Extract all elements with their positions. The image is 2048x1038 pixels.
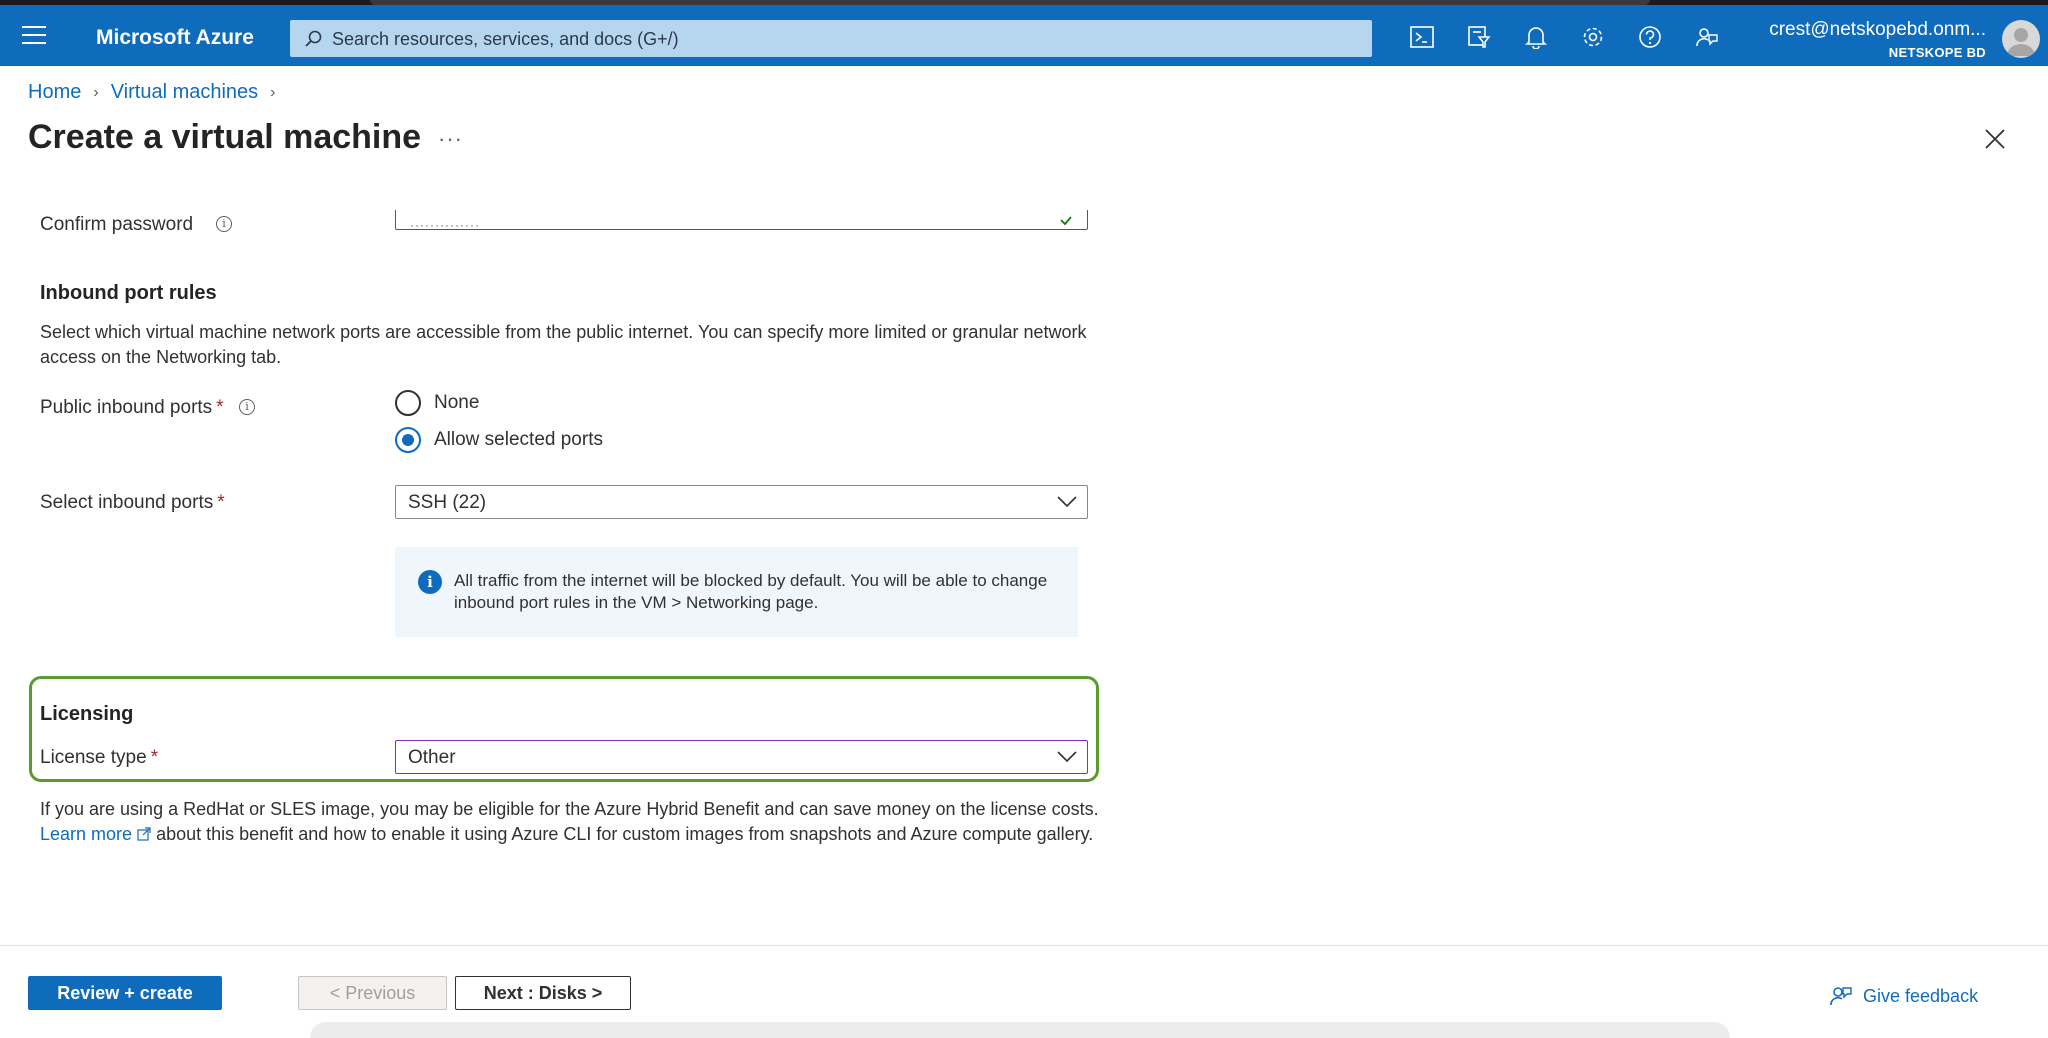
info-message-text: All traffic from the internet will be bl… — [454, 571, 1048, 612]
info-filled-icon: i — [418, 570, 442, 594]
confirm-password-label: Confirm password — [40, 214, 194, 235]
user-account[interactable]: crest@netskopebd.onm... NETSKOPE BD — [1769, 19, 1986, 60]
breadcrumb-home-link[interactable]: Home — [28, 81, 81, 104]
licensing-heading: Licensing — [40, 703, 134, 725]
confirm-password-field[interactable] — [395, 210, 1088, 230]
public-inbound-ports-label: Public inbound ports * — [40, 397, 224, 418]
brand-title[interactable]: Microsoft Azure — [96, 26, 254, 50]
next-disks-button[interactable]: Next : Disks > — [455, 976, 631, 1010]
confirm-password-value: ·············· — [410, 218, 480, 232]
cloud-shell-icon[interactable] — [1407, 22, 1437, 52]
radio-circle[interactable] — [395, 390, 421, 416]
inbound-port-rules-heading: Inbound port rules — [40, 282, 217, 304]
inbound-description: Select which virtual machine network por… — [40, 322, 1087, 367]
info-message-box: i All traffic from the internet will be … — [395, 547, 1078, 637]
feedback-person-icon — [1830, 987, 1852, 1006]
azure-header: Microsoft Azure Search resources, servic… — [0, 5, 2048, 66]
user-email: crest@netskopebd.onm... — [1769, 19, 1986, 40]
directory-filter-icon[interactable] — [1464, 22, 1494, 52]
radio-allow-label: Allow selected ports — [434, 429, 603, 450]
licensing-note: If you are using a RedHat or SLES image,… — [40, 799, 1099, 844]
feedback-icon[interactable] — [1692, 22, 1722, 52]
info-icon[interactable]: i — [216, 216, 232, 232]
user-org: NETSKOPE BD — [1888, 45, 1986, 60]
learn-more-link[interactable]: Learn more — [40, 824, 132, 844]
chevron-right-icon: › — [93, 83, 99, 101]
bell-icon[interactable] — [1521, 22, 1551, 52]
select-inbound-ports-value: SSH (22) — [408, 492, 487, 513]
chevron-right-icon: › — [270, 83, 276, 101]
info-icon[interactable]: i — [239, 399, 255, 415]
search-input[interactable]: Search resources, services, and docs (G+… — [290, 20, 1372, 57]
breadcrumb-virtual-machines-link[interactable]: Virtual machines — [111, 81, 258, 104]
give-feedback-label: Give feedback — [1863, 985, 1979, 1006]
required-asterisk: * — [150, 747, 159, 768]
confirm-password-row: Confirm password i ·············· — [0, 210, 2048, 240]
required-asterisk: * — [216, 397, 224, 418]
gear-icon[interactable] — [1578, 22, 1608, 52]
license-type-value: Other — [408, 747, 456, 768]
avatar[interactable] — [2002, 20, 2040, 58]
breadcrumb: Home › Virtual machines › — [28, 81, 276, 104]
select-inbound-ports-label: Select inbound ports * — [40, 492, 225, 513]
bottom-overlay-shadow — [310, 1022, 1730, 1038]
license-type-label: License type * — [40, 747, 159, 768]
help-icon[interactable] — [1635, 22, 1665, 52]
give-feedback-link[interactable]: Give feedback — [1829, 984, 1978, 1008]
close-icon[interactable] — [1984, 128, 2006, 155]
select-inbound-ports-dropdown[interactable]: SSH (22) — [395, 485, 1088, 519]
search-icon — [305, 30, 322, 47]
required-asterisk: * — [217, 492, 225, 513]
chevron-down-icon — [1057, 751, 1077, 763]
external-link-icon — [137, 827, 151, 841]
radio-none-label: None — [434, 392, 480, 413]
footer-divider — [0, 945, 2048, 946]
search-placeholder: Search resources, services, and docs (G+… — [332, 29, 679, 49]
previous-button[interactable]: < Previous — [298, 976, 447, 1010]
page-title: Create a virtual machine — [28, 118, 422, 156]
radio-circle-selected[interactable] — [395, 427, 421, 453]
hamburger-menu-icon[interactable] — [22, 26, 46, 46]
checkmark-icon — [1060, 216, 1072, 226]
radio-allow-selected-ports[interactable]: Allow selected ports — [395, 427, 603, 453]
chevron-down-icon — [1057, 496, 1077, 508]
license-type-dropdown[interactable]: Other — [395, 740, 1088, 774]
review-create-button[interactable]: Review + create — [28, 976, 222, 1010]
radio-none[interactable]: None — [395, 390, 479, 416]
more-options-button[interactable]: ··· — [438, 126, 463, 152]
